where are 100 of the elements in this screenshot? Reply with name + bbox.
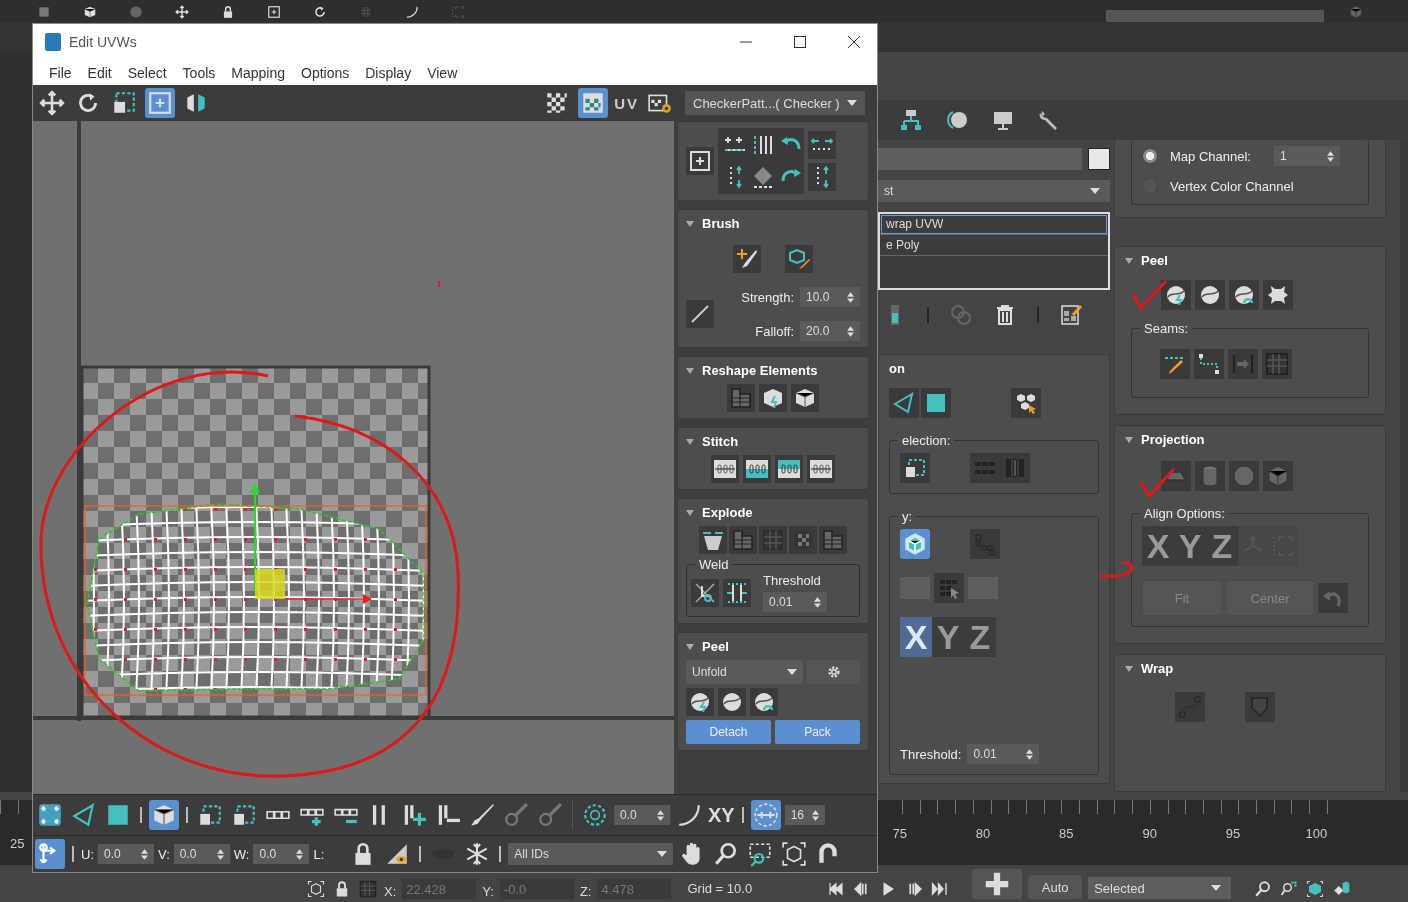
align-axis-button[interactable]: Z [1206,526,1238,566]
rollout-title[interactable]: Brush [702,216,740,231]
add-button[interactable] [686,147,714,175]
brush-move-icon[interactable] [733,245,761,273]
toolbar-field[interactable] [1106,10,1324,22]
move-gizmo-icon[interactable] [250,483,372,604]
space-vertical-icon[interactable] [808,163,836,191]
menu-item[interactable]: View [419,64,466,81]
falloff-spinner[interactable]: 20.0 [800,321,860,341]
element-mode-icon[interactable] [149,800,179,830]
name-field[interactable] [878,148,1082,170]
relax-icon[interactable] [791,384,819,412]
peel-icon[interactable] [718,688,746,716]
quick-peel-icon[interactable] [1161,280,1191,310]
rollout-title[interactable]: Reshape Elements [702,363,818,378]
transform-mode-icon[interactable] [35,839,65,869]
coordinate-spinner[interactable]: 0.0 [173,844,230,864]
unfold-dropdown[interactable]: Unfold [686,660,804,684]
spinner-arrows-icon[interactable] [296,848,304,860]
menu-item[interactable]: Select [119,64,175,81]
collapse-icon[interactable] [686,643,694,650]
peel-icon[interactable] [1195,280,1225,310]
spinner-arrows-icon[interactable] [1026,748,1034,760]
settings-button[interactable] [807,660,860,684]
collapse-icon[interactable] [686,509,694,516]
zoom-extents-icon[interactable] [1305,879,1326,899]
threshold-spinner[interactable]: 0.01 [967,744,1040,764]
collapse-icon[interactable] [1125,436,1133,443]
grow-icon[interactable] [900,453,930,483]
space-horizontal-icon[interactable] [808,131,836,159]
axis-button[interactable]: Y [932,617,964,657]
rollout-title[interactable]: on [889,361,1099,376]
break-icon[interactable] [699,526,727,554]
align-axis-button[interactable]: X [1142,526,1174,566]
menu-item[interactable]: File [41,64,80,81]
soft-selection-spinner[interactable]: 0.0 [614,805,670,825]
brush-relax-icon[interactable] [785,245,813,273]
move-icon[interactable] [37,88,67,118]
collapse-icon[interactable] [686,367,694,374]
threshold-spinner[interactable]: 0.01 [763,592,827,612]
auto-key-button[interactable]: Auto [1028,875,1083,899]
checker-icon[interactable] [578,88,609,118]
edge-mode-icon[interactable] [889,388,919,418]
spinner-arrows-icon[interactable] [814,596,821,608]
rollout-title[interactable]: Peel [702,639,729,654]
selection-lock-icon[interactable] [306,879,326,899]
collapse-icon[interactable] [686,438,694,445]
spinner-arrows-icon[interactable] [216,848,224,860]
rollout-title[interactable]: Explode [702,505,753,520]
spinner-arrows-icon[interactable] [847,291,854,303]
spinner-arrows-icon[interactable] [141,848,148,860]
weld-selected-icon[interactable] [723,578,751,607]
rollout-title[interactable]: Projection [1141,432,1205,447]
stitch-average-icon[interactable] [807,455,835,483]
map-channel-spinner[interactable]: 1 [1274,146,1340,166]
freeform-icon[interactable] [145,88,175,118]
spinner-arrows-icon[interactable] [1327,150,1334,162]
peel-action-button[interactable]: Detach [686,720,771,744]
texture-dropdown[interactable]: CheckerPatt...( Checker ) [685,91,865,115]
align-axis-button[interactable]: Y [1174,526,1206,566]
box-map-icon[interactable] [1263,461,1293,491]
key-filter-dropdown[interactable]: Selected [1088,877,1232,899]
box-map-icon[interactable] [900,529,930,559]
menu-item[interactable]: Display [357,64,420,81]
falloff-curve-icon[interactable] [686,300,714,328]
cylindrical-map-icon[interactable] [1195,461,1225,491]
select-element-icon[interactable] [1011,388,1041,418]
stitch-source-icon[interactable] [743,455,771,483]
rollout-title[interactable]: Stitch [702,434,739,449]
stitch-target-icon[interactable] [775,455,803,483]
stitch-custom-icon[interactable] [711,455,739,483]
strength-spinner[interactable]: 10.0 [800,287,860,307]
menu-item[interactable]: Options [293,64,358,81]
quick-peel-icon[interactable] [686,688,714,716]
point-to-point-seams-icon[interactable] [1194,349,1224,379]
reset-peel-icon[interactable] [750,688,778,716]
planar-map-icon[interactable] [1161,461,1191,491]
coordinate-spinner[interactable]: 0.0 [253,844,310,864]
axis-button[interactable]: Z [964,617,996,657]
reset-peel-icon[interactable] [1229,280,1259,310]
color-swatch[interactable] [1088,148,1110,170]
stack-item[interactable]: wrap UVW [880,214,1108,235]
channel-radio[interactable] [1142,148,1158,164]
brush-size-icon[interactable] [750,800,781,830]
menu-item[interactable]: Mapping [223,64,293,81]
spinner-arrows-icon[interactable] [847,325,854,337]
menu-item[interactable]: Edit [79,64,120,81]
spinner-arrows-icon[interactable] [657,809,664,821]
coordinate-spinner[interactable]: 0.0 [98,844,154,864]
axis-button[interactable]: X [900,617,932,657]
peel-action-button[interactable]: Pack [775,720,860,744]
rollout-title[interactable]: Peel [1141,253,1168,268]
stack-item[interactable]: e Poly [880,235,1108,256]
weld-target-icon[interactable] [691,578,719,607]
collapse-icon[interactable] [1125,665,1133,672]
menu-item[interactable]: Tools [174,64,224,81]
brush-size-spinner[interactable]: 16 [784,805,825,825]
spinner-arrows-icon[interactable] [811,809,819,821]
rollout-title[interactable]: Wrap [1141,661,1174,676]
modifier-list-dropdown[interactable]: st [878,180,1110,202]
